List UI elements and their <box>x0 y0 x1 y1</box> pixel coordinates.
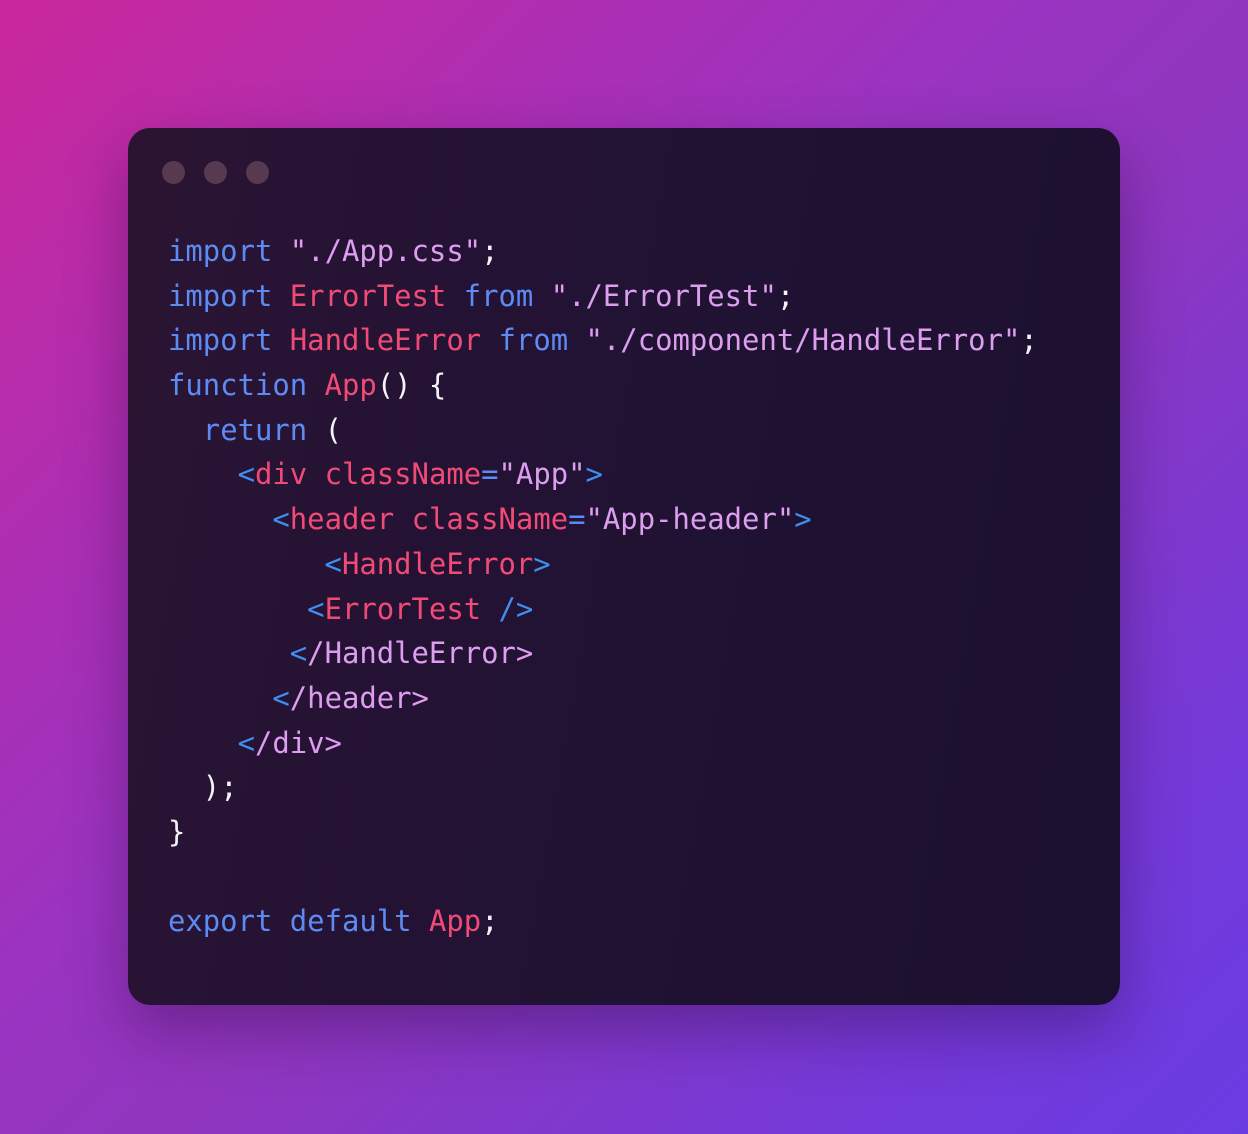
code-token: from <box>463 278 534 313</box>
maximize-dot-icon[interactable] <box>246 161 269 184</box>
code-line: </header> <box>168 676 1108 721</box>
code-token: return <box>202 412 308 447</box>
code-token: = <box>481 457 499 492</box>
code-token: ; <box>776 278 795 313</box>
code-token: < <box>307 591 325 626</box>
code-token: "App" <box>498 457 586 492</box>
code-token: /> <box>498 591 534 626</box>
code-snippet-card: import "./App.css"; import ErrorTest from… <box>128 128 1120 1005</box>
code-token: import <box>168 234 273 268</box>
code-line: <ErrorTest /> <box>168 587 1108 632</box>
code-token: import <box>168 278 273 313</box>
code-token: > <box>794 502 812 537</box>
code-token: "./App.css" <box>289 234 482 268</box>
code-token: from <box>498 323 569 358</box>
code-token: /HandleError> <box>307 636 534 671</box>
code-token: < <box>324 546 342 581</box>
code-token: < <box>289 636 308 671</box>
code-token: "./ErrorTest" <box>550 278 777 313</box>
code-token: () { <box>376 368 447 403</box>
code-token: HandleError <box>289 323 482 358</box>
code-token: /div> <box>254 725 342 760</box>
code-line: </div> <box>168 721 1108 766</box>
code-token: div <box>254 457 308 492</box>
code-token: HandleError <box>341 546 534 581</box>
code-token: export <box>168 904 273 939</box>
code-token: className <box>324 457 482 492</box>
gradient-background: import "./App.css"; import ErrorTest from… <box>0 0 1248 1134</box>
code-token: "./component/HandleError" <box>585 323 1021 358</box>
code-line: return ( <box>168 408 1108 453</box>
code-line: <HandleError> <box>168 542 1108 587</box>
code-line: ); <box>168 765 1108 810</box>
code-token: ; <box>1020 323 1038 358</box>
code-token: /header> <box>289 680 429 715</box>
code-token: = <box>568 502 586 537</box>
code-token: < <box>272 680 290 715</box>
code-line: function App() { <box>168 363 1108 408</box>
code-token: ErrorTest <box>289 278 447 313</box>
minimize-dot-icon[interactable] <box>204 161 227 184</box>
code-line: import "./App.css"; <box>168 229 1108 274</box>
code-token: import <box>168 323 273 358</box>
code-block[interactable]: import "./App.css"; import ErrorTest from… <box>168 229 1108 944</box>
code-token: function <box>168 368 308 403</box>
code-token: "App-header" <box>585 502 795 537</box>
code-line: <header className="App-header"> <box>168 497 1108 542</box>
code-token: App <box>428 904 482 939</box>
code-token: > <box>533 546 551 581</box>
code-token: < <box>237 457 255 492</box>
code-line: </HandleError> <box>168 631 1108 676</box>
code-token: ( <box>324 412 342 447</box>
code-line: import HandleError from "./component/Han… <box>168 318 1108 363</box>
code-token: App <box>324 368 377 403</box>
code-line: } <box>168 810 1108 855</box>
code-token: ; <box>481 234 499 268</box>
code-line: <div className="App"> <box>168 452 1108 497</box>
code-token: header <box>289 502 395 537</box>
code-token: className <box>411 502 569 537</box>
code-line: import ErrorTest from "./ErrorTest"; <box>168 274 1108 319</box>
code-token: < <box>237 725 255 760</box>
code-token: default <box>289 904 412 939</box>
code-token: } <box>168 814 186 849</box>
window-controls <box>162 161 269 184</box>
code-token: ); <box>202 770 238 805</box>
code-token: ErrorTest <box>324 591 482 626</box>
close-dot-icon[interactable] <box>162 161 185 184</box>
code-token: ; <box>481 904 499 939</box>
code-line: export default App; <box>168 899 1108 944</box>
code-token: > <box>585 457 603 492</box>
code-token: < <box>272 502 290 537</box>
